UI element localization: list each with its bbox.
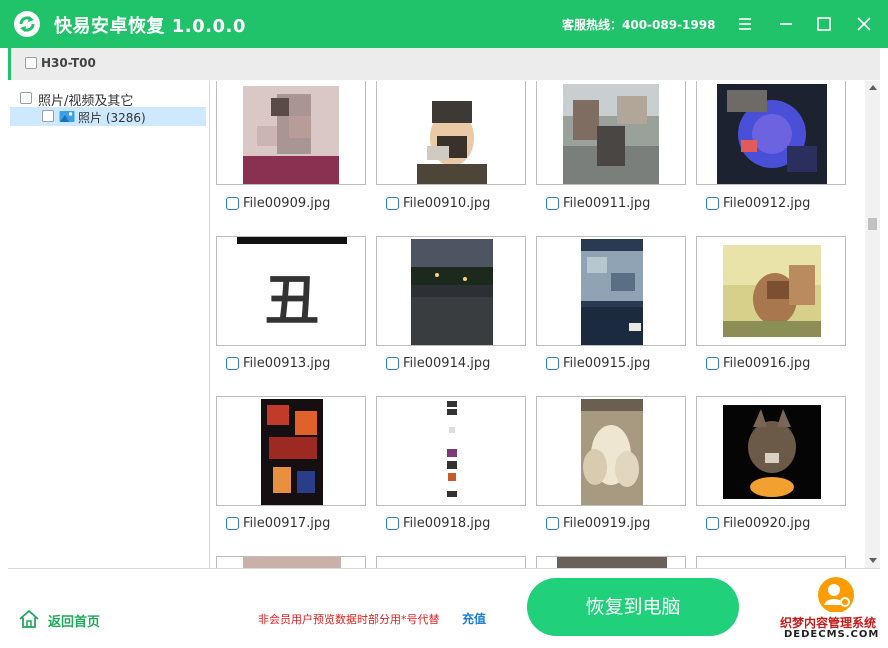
- file-name: File00915.jpg: [563, 356, 651, 371]
- back-home-link[interactable]: 返回首页: [48, 611, 100, 630]
- footer-bar: 返回首页 非会员用户预览数据时部分用*号代替 充值 恢复到电脑 织梦内容管理系统…: [8, 568, 880, 644]
- file-checkbox[interactable]: [546, 517, 559, 530]
- device-checkbox[interactable]: [25, 57, 37, 69]
- minimize-icon[interactable]: [776, 14, 796, 34]
- scroll-down-arrow-icon[interactable]: [869, 558, 877, 563]
- thumbnail-image[interactable]: [376, 236, 526, 346]
- file-checkbox[interactable]: [226, 357, 239, 370]
- file-checkbox[interactable]: [386, 357, 399, 370]
- file-name: File00916.jpg: [723, 356, 811, 371]
- tree-child-checkbox[interactable]: [42, 110, 54, 122]
- file-checkbox[interactable]: [706, 517, 719, 530]
- home-icon[interactable]: [18, 609, 40, 633]
- file-name: File00919.jpg: [563, 516, 651, 531]
- menu-icon[interactable]: [735, 14, 755, 34]
- file-checkbox[interactable]: [226, 517, 239, 530]
- thumbnail-image[interactable]: [376, 556, 526, 568]
- thumbnail-image[interactable]: [696, 81, 846, 185]
- title-bar: 快易安卓恢复 1.0.0.0 客服热线：400-089-1998: [0, 0, 888, 48]
- file-name: File00910.jpg: [403, 196, 491, 211]
- thumbnail-image[interactable]: [376, 81, 526, 185]
- thumbnail-grid: File00909.jpg File00910.jpg File00911.jp…: [211, 81, 865, 568]
- watermark: 织梦内容管理系统 DEDECMS.COM: [778, 612, 880, 643]
- user-avatar[interactable]: [818, 577, 854, 613]
- thumbnail-image[interactable]: [696, 556, 846, 568]
- tree-root-checkbox[interactable]: [20, 92, 32, 104]
- sidebar-tree: 照片/视频及其它 照片 (3286): [8, 81, 210, 568]
- file-name: File00913.jpg: [243, 356, 331, 371]
- vertical-scrollbar[interactable]: [865, 81, 880, 568]
- file-checkbox[interactable]: [386, 517, 399, 530]
- thumbnail-image[interactable]: [216, 81, 366, 185]
- device-name: H30-T00: [41, 56, 96, 70]
- maximize-icon[interactable]: [814, 14, 834, 34]
- file-checkbox[interactable]: [226, 197, 239, 210]
- thumbnail-image[interactable]: [696, 396, 846, 506]
- watermark-line2: DEDECMS.COM: [784, 629, 880, 640]
- close-icon[interactable]: [854, 14, 874, 34]
- file-name: File00911.jpg: [563, 196, 651, 211]
- hotline-text: 客服热线：400-089-1998: [562, 18, 716, 32]
- thumbnail-image[interactable]: [216, 556, 366, 568]
- app-title: 快易安卓恢复 1.0.0.0: [54, 16, 246, 37]
- thumbnail-image[interactable]: [536, 236, 686, 346]
- file-name: File00912.jpg: [723, 196, 811, 211]
- app-logo-icon: [14, 11, 40, 37]
- recharge-link[interactable]: 充值: [462, 610, 486, 627]
- file-name: File00914.jpg: [403, 356, 491, 371]
- device-bar: H30-T00: [8, 48, 880, 80]
- scrollbar-thumb[interactable]: [868, 218, 877, 230]
- photo-icon: [59, 110, 75, 127]
- member-notice: 非会员用户预览数据时部分用*号代替: [258, 613, 440, 626]
- recover-to-pc-button[interactable]: 恢复到电脑: [527, 578, 739, 636]
- thumbnail-image[interactable]: [376, 396, 526, 506]
- thumbnail-image[interactable]: [536, 81, 686, 185]
- thumbnail-image[interactable]: [536, 556, 686, 568]
- file-checkbox[interactable]: [706, 197, 719, 210]
- tree-item-photos[interactable]: 照片 (3286): [10, 107, 206, 126]
- file-name: File00920.jpg: [723, 516, 811, 531]
- tree-child-label: 照片 (3286): [78, 111, 146, 125]
- thumbnail-image[interactable]: [696, 236, 846, 346]
- scroll-up-arrow-icon[interactable]: [869, 85, 877, 90]
- file-name: File00909.jpg: [243, 196, 331, 211]
- file-checkbox[interactable]: [706, 357, 719, 370]
- thumbnail-image[interactable]: 丑: [216, 236, 366, 346]
- file-name: File00917.jpg: [243, 516, 331, 531]
- thumbnail-image[interactable]: [536, 396, 686, 506]
- file-checkbox[interactable]: [546, 357, 559, 370]
- thumbnail-image[interactable]: [216, 396, 366, 506]
- file-checkbox[interactable]: [386, 197, 399, 210]
- file-checkbox[interactable]: [546, 197, 559, 210]
- thumbnail-glyph: 丑: [265, 269, 319, 332]
- file-name: File00918.jpg: [403, 516, 491, 531]
